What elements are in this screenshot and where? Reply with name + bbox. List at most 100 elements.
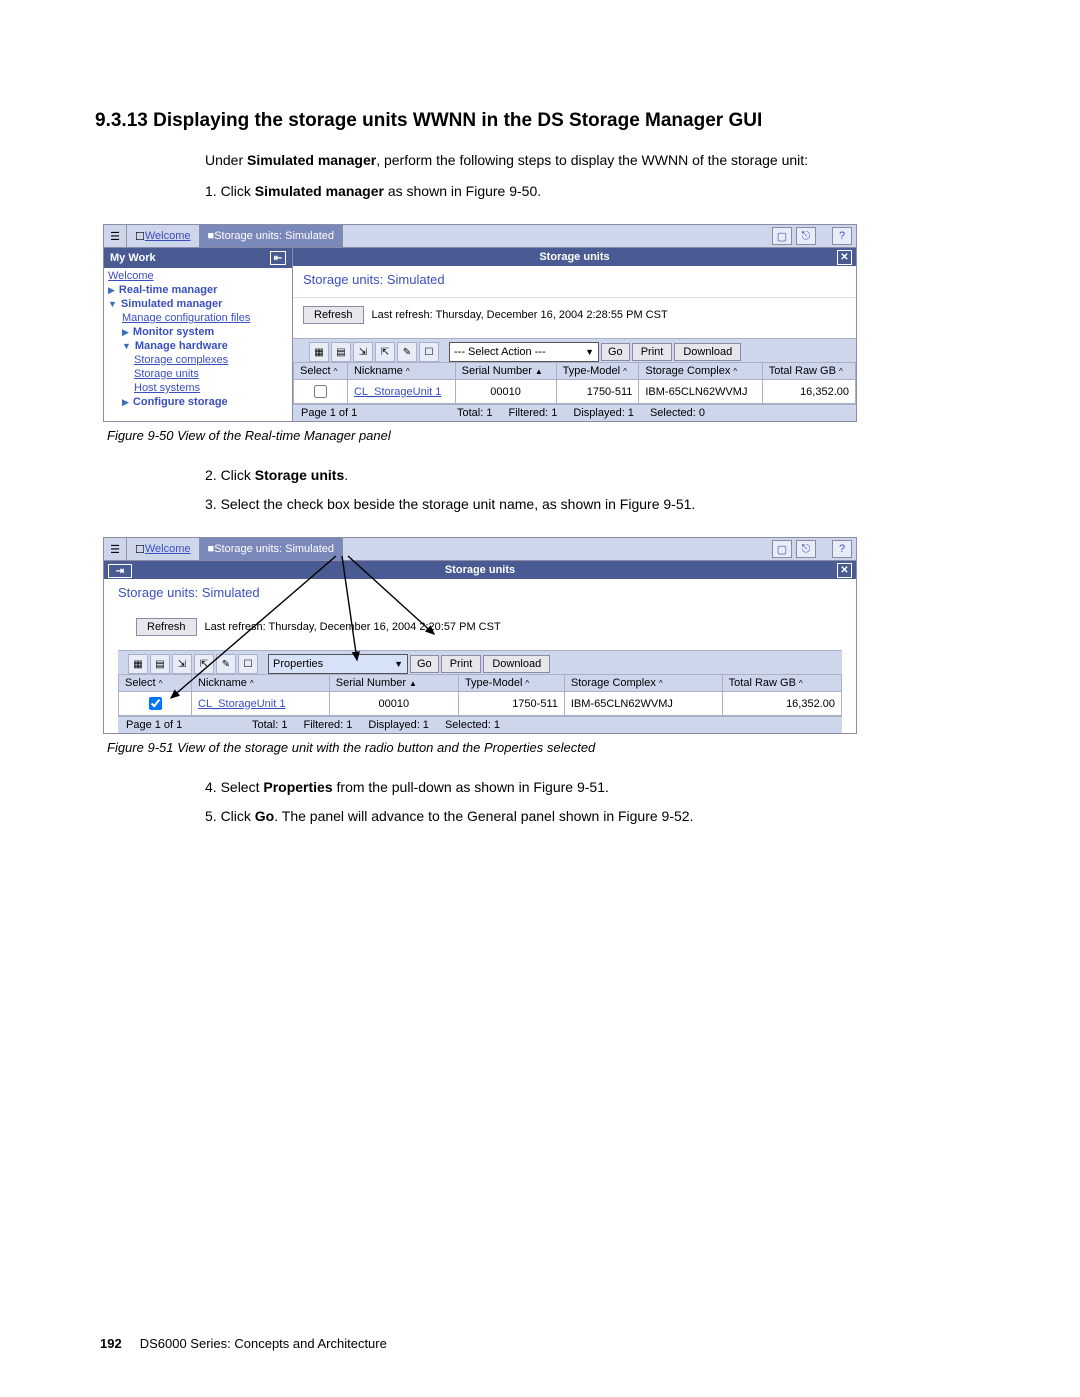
step5-bold: Go <box>255 808 274 824</box>
step4-post: from the pull-down as shown in Figure 9-… <box>333 779 609 795</box>
annotation-arrows <box>104 538 856 738</box>
sort-icon: ^ <box>733 367 737 376</box>
col-type[interactable]: Type-Model^ <box>556 363 639 380</box>
col-select[interactable]: Select^ <box>294 363 348 380</box>
nav-monitor-system[interactable]: ▶Monitor system <box>108 325 288 339</box>
page-footer: 192 DS6000 Series: Concepts and Architect… <box>100 1336 387 1351</box>
help-icon[interactable]: ? <box>832 227 852 245</box>
pager-displayed: Displayed: 1 <box>573 407 634 419</box>
last-refresh-text: Last refresh: Thursday, December 16, 200… <box>372 309 668 321</box>
step2-bold: Storage units <box>255 467 344 483</box>
sort-icon: ^ <box>839 367 843 376</box>
row-type: 1750-511 <box>556 380 639 404</box>
step2-post: . <box>344 467 348 483</box>
content-title: Storage units: Simulated <box>293 266 856 298</box>
toolbar-icon-2[interactable]: ▤ <box>331 342 351 362</box>
figure-9-51: ☰ ☐ Welcome ■ Storage units: Simulated ▢… <box>103 537 857 734</box>
window-icon-1[interactable]: ▢ <box>772 227 792 245</box>
step-5: 5. Click Go. The panel will advance to t… <box>205 806 985 827</box>
mywork-label: My Work <box>110 252 156 264</box>
col-complex[interactable]: Storage Complex^ <box>639 363 762 380</box>
sort-icon: ▲ <box>535 367 543 376</box>
footer-text: DS6000 Series: Concepts and Architecture <box>140 1336 387 1351</box>
step5-pre: 5. Click <box>205 808 255 824</box>
row-raw: 16,352.00 <box>762 380 855 404</box>
nav-storage-units[interactable]: Storage units <box>108 367 288 381</box>
intro-bold: Simulated manager <box>247 152 376 168</box>
pager-selected: Selected: 0 <box>650 407 705 419</box>
figure-9-50-caption: Figure 9-50 View of the Real-time Manage… <box>107 428 985 443</box>
print-button[interactable]: Print <box>632 343 673 361</box>
logout-icon[interactable]: ⎋ <box>796 227 816 245</box>
select-action-dropdown[interactable]: --- Select Action --- ▼ <box>449 342 599 362</box>
table-row: CL_StorageUnit 1 00010 1750-511 IBM-65CL… <box>294 380 856 404</box>
arrow-right-icon: ▶ <box>108 285 115 296</box>
toolbar-icon-4[interactable]: ⇱ <box>375 342 395 362</box>
go-button[interactable]: Go <box>601 343 630 361</box>
row-serial: 00010 <box>455 380 556 404</box>
row-complex: IBM-65CLN62WVMJ <box>639 380 762 404</box>
section-heading: 9.3.13 Displaying the storage units WWNN… <box>95 110 985 132</box>
pager-total: Total: 1 <box>457 407 492 419</box>
nav-manage-config[interactable]: Manage configuration files <box>108 311 288 325</box>
content-pane-header: Storage units ✕ <box>293 248 856 266</box>
col-serial[interactable]: Serial Number▲ <box>455 363 556 380</box>
arrow-down-icon: ▼ <box>122 341 131 351</box>
select-action-label: --- Select Action --- <box>454 346 546 358</box>
mywork-collapse-icon[interactable]: ⇤ <box>270 251 286 265</box>
close-icon[interactable]: ✕ <box>837 250 852 265</box>
table-pager: Page 1 of 1 Total: 1 Filtered: 1 Display… <box>293 404 856 421</box>
step1-post: as shown in Figure 9-50. <box>384 183 541 199</box>
mywork-sidebar: My Work ⇤ Welcome ▶Real-time manager ▼Si… <box>104 248 293 421</box>
step-3: 3. Select the check box beside the stora… <box>205 494 985 515</box>
step4-bold: Properties <box>263 779 332 795</box>
toolbar-icon-6[interactable]: ☐ <box>419 342 439 362</box>
content-pane: Storage units ✕ Storage units: Simulated… <box>293 248 856 421</box>
nav-storage-complexes[interactable]: Storage complexes <box>108 353 288 367</box>
refresh-button[interactable]: Refresh <box>303 306 364 324</box>
row-nickname-link[interactable]: CL_StorageUnit 1 <box>354 386 441 398</box>
arrow-down-icon: ▼ <box>108 299 117 309</box>
step1-pre: 1. Click <box>205 183 255 199</box>
step-1: 1. Click Simulated manager as shown in F… <box>205 181 985 202</box>
intro-pre: Under <box>205 152 247 168</box>
figure-9-50: ☰ ☐ Welcome ■ Storage units: Simulated ▢… <box>103 224 857 422</box>
col-raw[interactable]: Total Raw GB^ <box>762 363 855 380</box>
nav-configure-storage[interactable]: ▶Configure storage <box>108 395 288 409</box>
pager-filtered: Filtered: 1 <box>508 407 557 419</box>
app-menu-icon[interactable]: ☰ <box>104 225 127 247</box>
nav-host-systems[interactable]: Host systems <box>108 381 288 395</box>
sort-icon: ^ <box>334 367 338 376</box>
step4-pre: 4. Select <box>205 779 263 795</box>
step5-post: . The panel will advance to the General … <box>274 808 693 824</box>
intro-paragraph: Under Simulated manager, perform the fol… <box>205 150 985 171</box>
toolbar-icon-1[interactable]: ▦ <box>309 342 329 362</box>
window-right-icons: ▢ ⎋ ? <box>772 227 856 245</box>
tab-welcome-label: Welcome <box>145 230 191 242</box>
step-4: 4. Select Properties from the pull-down … <box>205 777 985 798</box>
toolbar-icon-3[interactable]: ⇲ <box>353 342 373 362</box>
nav-welcome[interactable]: Welcome <box>108 269 288 283</box>
col-nickname[interactable]: Nickname^ <box>347 363 455 380</box>
tab-storage-units[interactable]: ■ Storage units: Simulated <box>200 225 344 247</box>
storage-units-table: Select^ Nickname^ Serial Number▲ Type-Mo… <box>293 362 856 404</box>
sort-icon: ^ <box>623 367 627 376</box>
arrow-right-icon: ▶ <box>122 397 129 408</box>
sort-icon: ^ <box>406 367 410 376</box>
nav-realtime-manager[interactable]: ▶Real-time manager <box>108 283 288 297</box>
figure-9-51-caption: Figure 9-51 View of the storage unit wit… <box>107 740 985 755</box>
tab-welcome[interactable]: ☐ Welcome <box>127 225 200 247</box>
page-number: 192 <box>100 1336 122 1351</box>
content-header-label: Storage units <box>539 251 609 263</box>
table-toolbar: ▦ ▤ ⇲ ⇱ ✎ ☐ --- Select Action --- ▼ Go P… <box>293 338 856 362</box>
download-button[interactable]: Download <box>674 343 741 361</box>
tab-storage-label: Storage units: Simulated <box>214 230 334 242</box>
intro-post: , perform the following steps to display… <box>376 152 808 168</box>
nav-simulated-manager[interactable]: ▼Simulated manager <box>108 297 288 311</box>
row-checkbox[interactable] <box>314 385 327 398</box>
arrow-right-icon: ▶ <box>122 327 129 338</box>
nav-manage-hardware[interactable]: ▼Manage hardware <box>108 339 288 353</box>
step-2: 2. Click Storage units. <box>205 465 985 486</box>
toolbar-icon-5[interactable]: ✎ <box>397 342 417 362</box>
window-tab-bar: ☰ ☐ Welcome ■ Storage units: Simulated ▢… <box>104 225 856 248</box>
